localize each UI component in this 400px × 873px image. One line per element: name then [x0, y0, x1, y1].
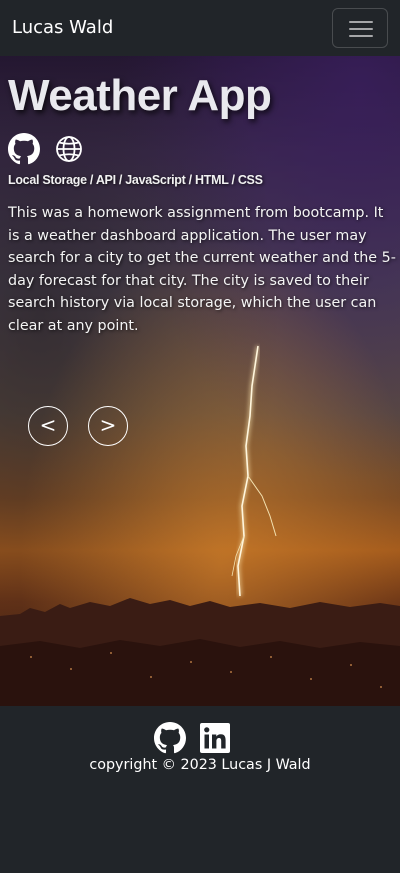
copyright-text: copyright © 2023 Lucas J Wald — [89, 757, 311, 773]
project-description: This was a homework assignment from boot… — [8, 205, 396, 334]
footer-linkedin-link[interactable] — [199, 722, 231, 754]
project-technologies: Local Storage / API / JavaScript / HTML … — [8, 173, 263, 187]
project-carousel: Weather App Local Storage / API / JavaSc… — [0, 56, 400, 706]
footer: copyright © 2023 Lucas J Wald — [0, 706, 400, 873]
navbar: Lucas Wald — [0, 0, 400, 56]
carousel-prev-button[interactable]: < — [28, 406, 68, 446]
carousel-next-button[interactable]: > — [88, 406, 128, 446]
footer-github-link[interactable] — [154, 722, 186, 754]
github-icon — [154, 722, 186, 754]
navbar-brand[interactable]: Lucas Wald — [12, 16, 113, 40]
project-website-link[interactable] — [53, 133, 85, 165]
globe-icon — [56, 136, 82, 162]
navbar-toggle-button[interactable] — [332, 8, 388, 48]
github-icon — [8, 133, 40, 165]
project-github-link[interactable] — [8, 133, 40, 165]
linkedin-icon — [200, 723, 230, 753]
project-title: Weather App — [8, 71, 272, 120]
